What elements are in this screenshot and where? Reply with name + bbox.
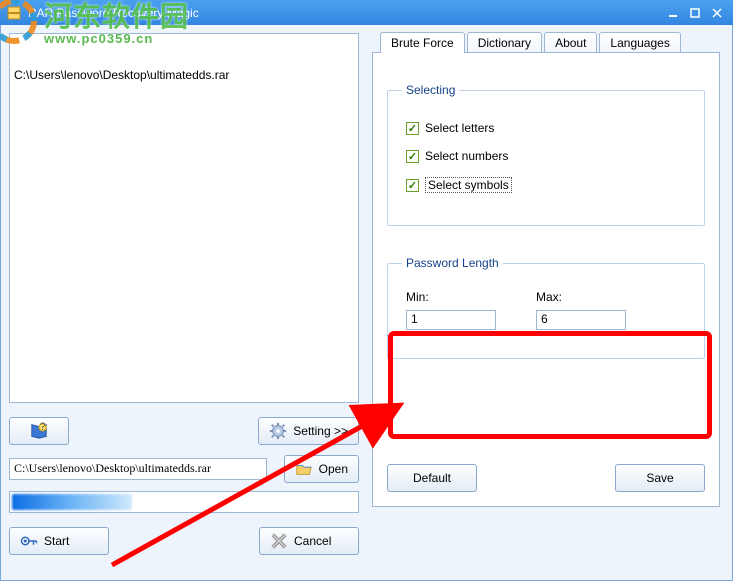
minimize-button[interactable] [663, 5, 683, 21]
label-select-letters: Select letters [425, 121, 494, 135]
tab-label: About [555, 36, 586, 50]
maximize-button[interactable] [685, 5, 705, 21]
setting-label: Setting >> [293, 424, 348, 438]
min-input[interactable]: 1 [406, 310, 496, 330]
cancel-button[interactable]: Cancel [259, 527, 359, 555]
tab-label: Brute Force [391, 36, 454, 50]
window-titlebar: RAR Password Recovery Magic [0, 0, 733, 25]
tab-dictionary[interactable]: Dictionary [467, 32, 542, 53]
save-label: Save [646, 471, 673, 485]
file-list-item[interactable]: C:\Users\lenovo\Desktop\ultimatedds.rar [14, 68, 354, 82]
password-length-legend: Password Length [402, 256, 503, 270]
default-label: Default [413, 471, 451, 485]
folder-open-icon [295, 460, 313, 478]
svg-text:?: ? [40, 422, 46, 433]
cancel-label: Cancel [294, 534, 331, 548]
default-button[interactable]: Default [387, 464, 477, 492]
tab-strip: Brute Force Dictionary About Languages [372, 31, 728, 52]
groupbox-password-length: Password Length Min: 1 Max: 6 [387, 256, 705, 359]
left-panel: C:\Users\lenovo\Desktop\ultimatedds.rar … [1, 25, 361, 580]
start-button[interactable]: Start [9, 527, 109, 555]
checkbox-symbols[interactable]: ✓ [406, 179, 419, 192]
selecting-legend: Selecting [402, 83, 459, 97]
window-title: RAR Password Recovery Magic [28, 6, 663, 20]
app-icon [6, 5, 22, 21]
key-icon [20, 532, 38, 550]
groupbox-selecting: Selecting ✓ Select letters ✓ Select numb… [387, 83, 705, 226]
tab-brute-force[interactable]: Brute Force [380, 32, 465, 53]
checkbox-numbers[interactable]: ✓ [406, 150, 419, 163]
progress-fill [12, 494, 132, 510]
tab-about[interactable]: About [544, 32, 597, 53]
min-label: Min: [406, 290, 496, 304]
gear-icon [269, 422, 287, 440]
start-label: Start [44, 534, 69, 548]
cancel-x-icon [270, 532, 288, 550]
help-button[interactable]: ? [9, 417, 69, 445]
tab-label: Languages [610, 36, 669, 50]
tab-page-brute-force: Selecting ✓ Select letters ✓ Select numb… [372, 52, 720, 507]
tab-languages[interactable]: Languages [599, 32, 680, 53]
checkbox-letters[interactable]: ✓ [406, 122, 419, 135]
max-input[interactable]: 6 [536, 310, 626, 330]
setting-button[interactable]: Setting >> [258, 417, 359, 445]
file-path-value: C:\Users\lenovo\Desktop\ultimatedds.rar [14, 461, 211, 475]
file-list[interactable]: C:\Users\lenovo\Desktop\ultimatedds.rar [9, 33, 359, 403]
close-button[interactable] [707, 5, 727, 21]
book-help-icon: ? [30, 422, 48, 440]
save-button[interactable]: Save [615, 464, 705, 492]
label-select-numbers: Select numbers [425, 149, 508, 163]
tab-label: Dictionary [478, 36, 531, 50]
right-panel: Brute Force Dictionary About Languages S… [372, 25, 728, 580]
file-path-input[interactable]: C:\Users\lenovo\Desktop\ultimatedds.rar [9, 458, 267, 480]
label-select-symbols: Select symbols [425, 177, 512, 193]
progress-display [9, 491, 359, 513]
open-label: Open [319, 462, 348, 476]
max-label: Max: [536, 290, 626, 304]
min-value: 1 [411, 312, 418, 326]
open-button[interactable]: Open [284, 455, 359, 483]
client-area: C:\Users\lenovo\Desktop\ultimatedds.rar … [0, 25, 733, 581]
max-value: 6 [541, 312, 548, 326]
